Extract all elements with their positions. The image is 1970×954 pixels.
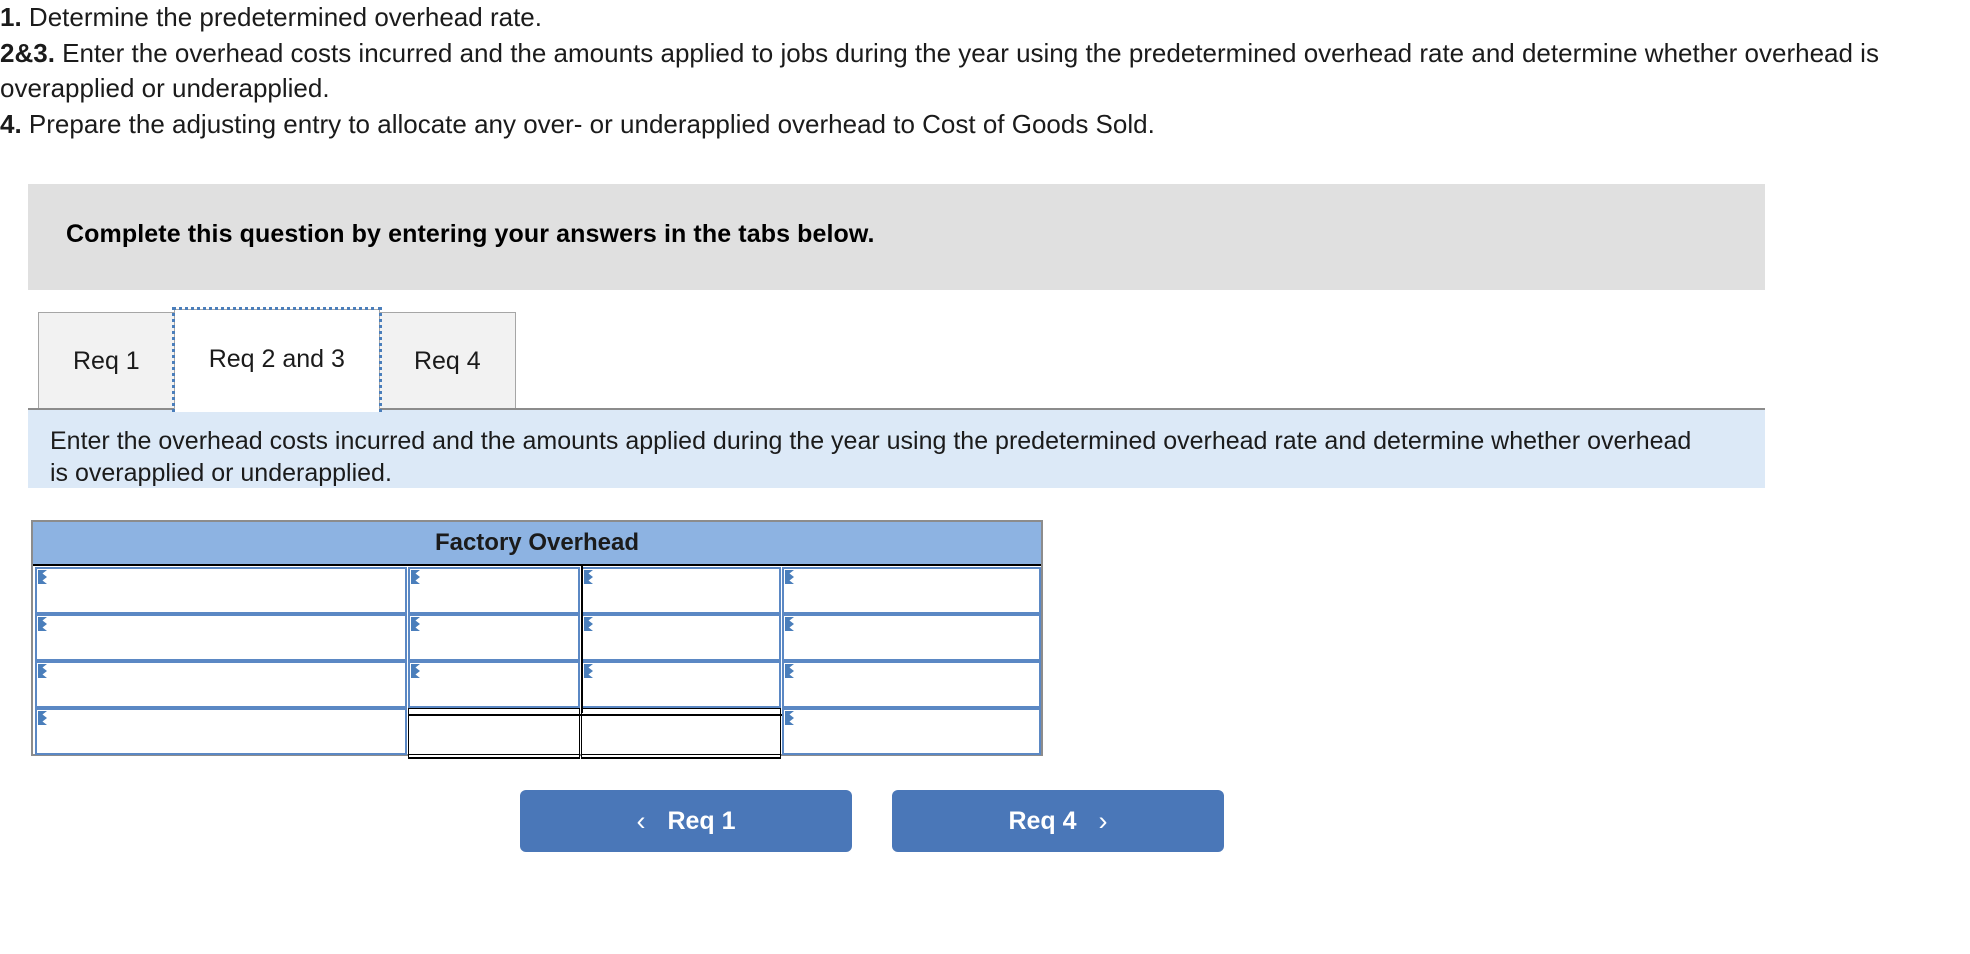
- t-account-row: [33, 613, 1041, 661]
- cell-marker-icon: [583, 570, 593, 584]
- t-account-cell-credit-desc[interactable]: [781, 567, 1041, 614]
- t-account-total-rule: [408, 714, 782, 716]
- requirement-number: 1.: [0, 2, 22, 32]
- tab-req-2-and-3[interactable]: Req 2 and 3: [171, 307, 382, 412]
- tab-instruction-text: Enter the overhead costs incurred and th…: [50, 427, 1692, 487]
- chevron-left-icon: ‹: [636, 805, 646, 836]
- requirement-navigation: ‹ Req 1 Req 4 ›: [520, 790, 1224, 852]
- cell-marker-icon: [38, 617, 47, 631]
- tab-req-4[interactable]: Req 4: [378, 312, 516, 410]
- cell-marker-icon: [38, 664, 47, 678]
- cell-marker-icon: [784, 711, 794, 725]
- t-account-cell-credit-desc[interactable]: [781, 708, 1041, 755]
- cell-marker-icon: [583, 617, 593, 631]
- tab-req-1[interactable]: Req 1: [38, 312, 175, 410]
- t-account-cell-debit-amount[interactable]: [408, 567, 580, 614]
- t-account-row: [33, 660, 1041, 708]
- next-req-4-button[interactable]: Req 4 ›: [892, 790, 1224, 852]
- cell-marker-icon: [411, 570, 421, 584]
- tab-label: Req 4: [413, 346, 481, 375]
- t-account-cell-credit-amount[interactable]: [580, 614, 781, 661]
- chevron-right-icon: ›: [1098, 805, 1108, 836]
- cell-marker-icon: [411, 664, 421, 678]
- t-account-cell-credit-desc[interactable]: [781, 614, 1041, 661]
- t-account-center-divider: [581, 566, 583, 713]
- requirement-text: Prepare the adjusting entry to allocate …: [21, 108, 1155, 139]
- t-account-cell-debit-desc[interactable]: [35, 708, 408, 755]
- t-account-row: [33, 566, 1041, 614]
- requirement-item: 2&3. Enter the overhead costs incurred a…: [0, 36, 1925, 105]
- requirement-item: 1. Determine the predetermined overhead …: [0, 0, 1925, 34]
- tab-instruction-panel: Enter the overhead costs incurred and th…: [28, 408, 1765, 488]
- cell-marker-icon: [784, 617, 794, 631]
- t-account-cell-credit-amount[interactable]: [580, 661, 781, 708]
- cell-marker-icon: [38, 711, 47, 725]
- cell-marker-icon: [784, 570, 794, 584]
- t-account-cell-debit-desc[interactable]: [35, 661, 408, 708]
- prev-button-label: Req 1: [667, 806, 736, 835]
- requirement-text: Determine the predetermined overhead rat…: [21, 2, 542, 32]
- tab-label: Req 2 and 3: [208, 345, 345, 373]
- t-account-body: [33, 566, 1041, 755]
- t-account-cell-credit-amount[interactable]: [580, 567, 781, 614]
- requirement-item: 4. Prepare the adjusting entry to alloca…: [0, 107, 1925, 141]
- requirements-list: 1. Determine the predetermined overhead …: [0, 0, 1925, 143]
- next-button-label: Req 4: [1008, 806, 1077, 835]
- t-account-cell-debit-amount[interactable]: [408, 661, 580, 708]
- t-account-title: Factory Overhead: [33, 522, 1041, 566]
- factory-overhead-t-account: Factory Overhead: [31, 520, 1043, 756]
- t-account-cell-debit-desc[interactable]: [35, 567, 408, 614]
- complete-question-banner: Complete this question by entering your …: [28, 184, 1765, 290]
- cell-marker-icon: [38, 570, 47, 584]
- prev-req-1-button[interactable]: ‹ Req 1: [520, 790, 852, 852]
- requirement-text: Enter the overhead costs incurred and th…: [0, 38, 1879, 103]
- cell-marker-icon: [411, 617, 421, 631]
- t-account-cell-debit-desc[interactable]: [35, 614, 408, 661]
- tab-label: Req 1: [73, 346, 140, 375]
- cell-marker-icon: [784, 664, 794, 678]
- t-account-cell-credit-desc[interactable]: [781, 661, 1041, 708]
- requirement-number: 4.: [0, 108, 22, 139]
- cell-marker-icon: [583, 664, 593, 678]
- complete-question-banner-text: Complete this question by entering your …: [66, 220, 875, 248]
- requirement-number: 2&3.: [0, 38, 55, 69]
- requirement-tabs: Req 1 Req 2 and 3 Req 4: [38, 307, 516, 412]
- t-account-cell-debit-amount[interactable]: [408, 614, 580, 661]
